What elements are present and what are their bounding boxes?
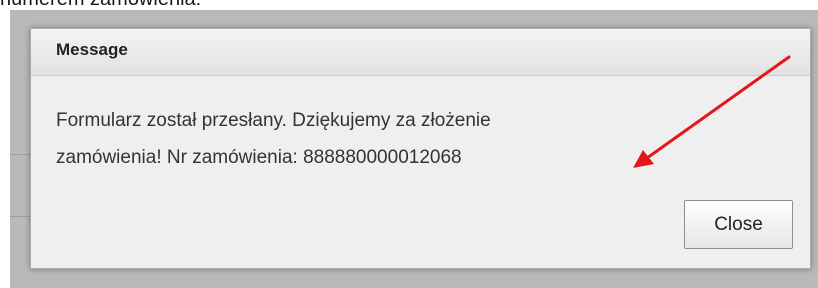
close-button[interactable]: Close bbox=[684, 200, 793, 249]
dialog-message: Formularz został przesłany. Dziękujemy z… bbox=[56, 102, 696, 176]
message-dialog: Message Formularz został przesłany. Dzię… bbox=[30, 28, 811, 269]
dialog-title: Message bbox=[56, 40, 128, 59]
dialog-message-line: zamówienia! Nr zamówienia: 8888800000120… bbox=[56, 147, 462, 168]
dialog-message-line: Formularz został przesłany. Dziękujemy z… bbox=[56, 110, 491, 131]
dialog-header: Message bbox=[31, 29, 810, 76]
